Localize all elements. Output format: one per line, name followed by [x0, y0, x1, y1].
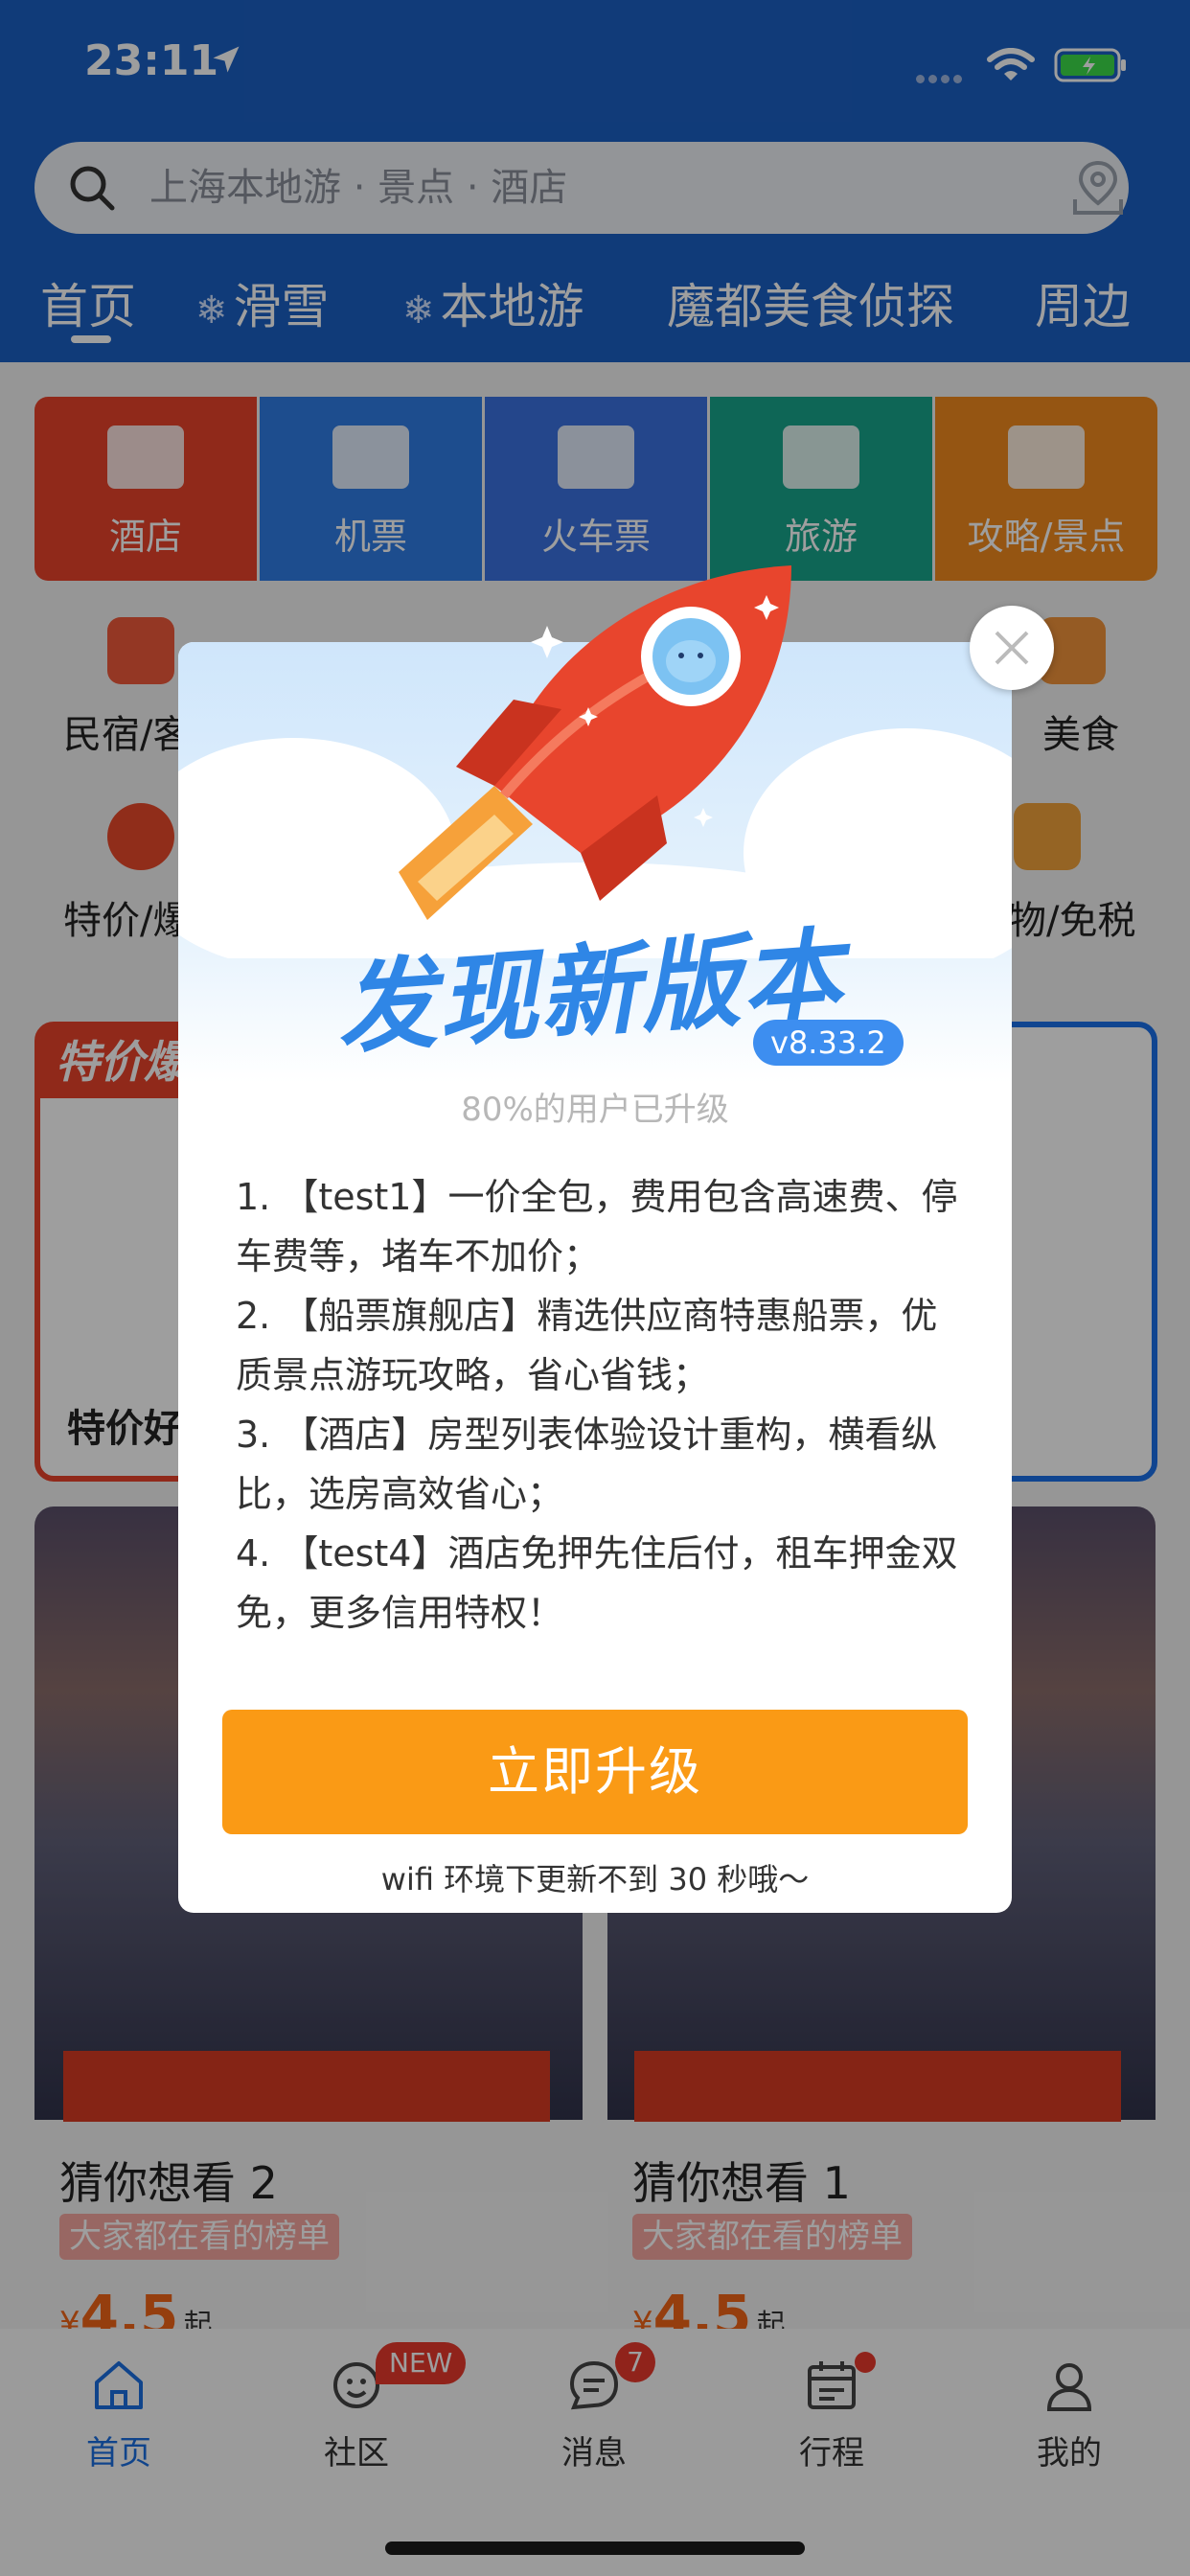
release-note: 3. 【酒店】房型列表体验设计重构，横看纵比，选房高效省心；: [236, 1414, 938, 1515]
release-note: 2. 【船票旗舰店】精选供应商特惠船票，优质景点游玩攻略，省心省钱；: [236, 1295, 938, 1396]
rocket-illustration: [178, 565, 1012, 958]
upgrade-now-button[interactable]: 立即升级: [222, 1710, 968, 1834]
close-dialog-button[interactable]: [970, 606, 1054, 690]
wifi-footnote: wifi 环境下更新不到 30 秒哦～: [380, 1861, 810, 1898]
release-note: 1. 【test1】一价全包，费用包含高速费、停车费等，堵车不加价；: [236, 1176, 958, 1277]
close-icon: [995, 631, 1029, 665]
upgrade-stat-text: 80%的用户已升级: [461, 1091, 729, 1129]
release-note: 4. 【test4】酒店免押先住后付，租车押金双免，更多信用特权！: [236, 1532, 958, 1634]
release-notes: 1. 【test1】一价全包，费用包含高速费、停车费等，堵车不加价； 2. 【船…: [236, 1167, 964, 1643]
home-indicator: [385, 2542, 805, 2555]
version-badge: v8.33.2: [753, 1020, 904, 1066]
